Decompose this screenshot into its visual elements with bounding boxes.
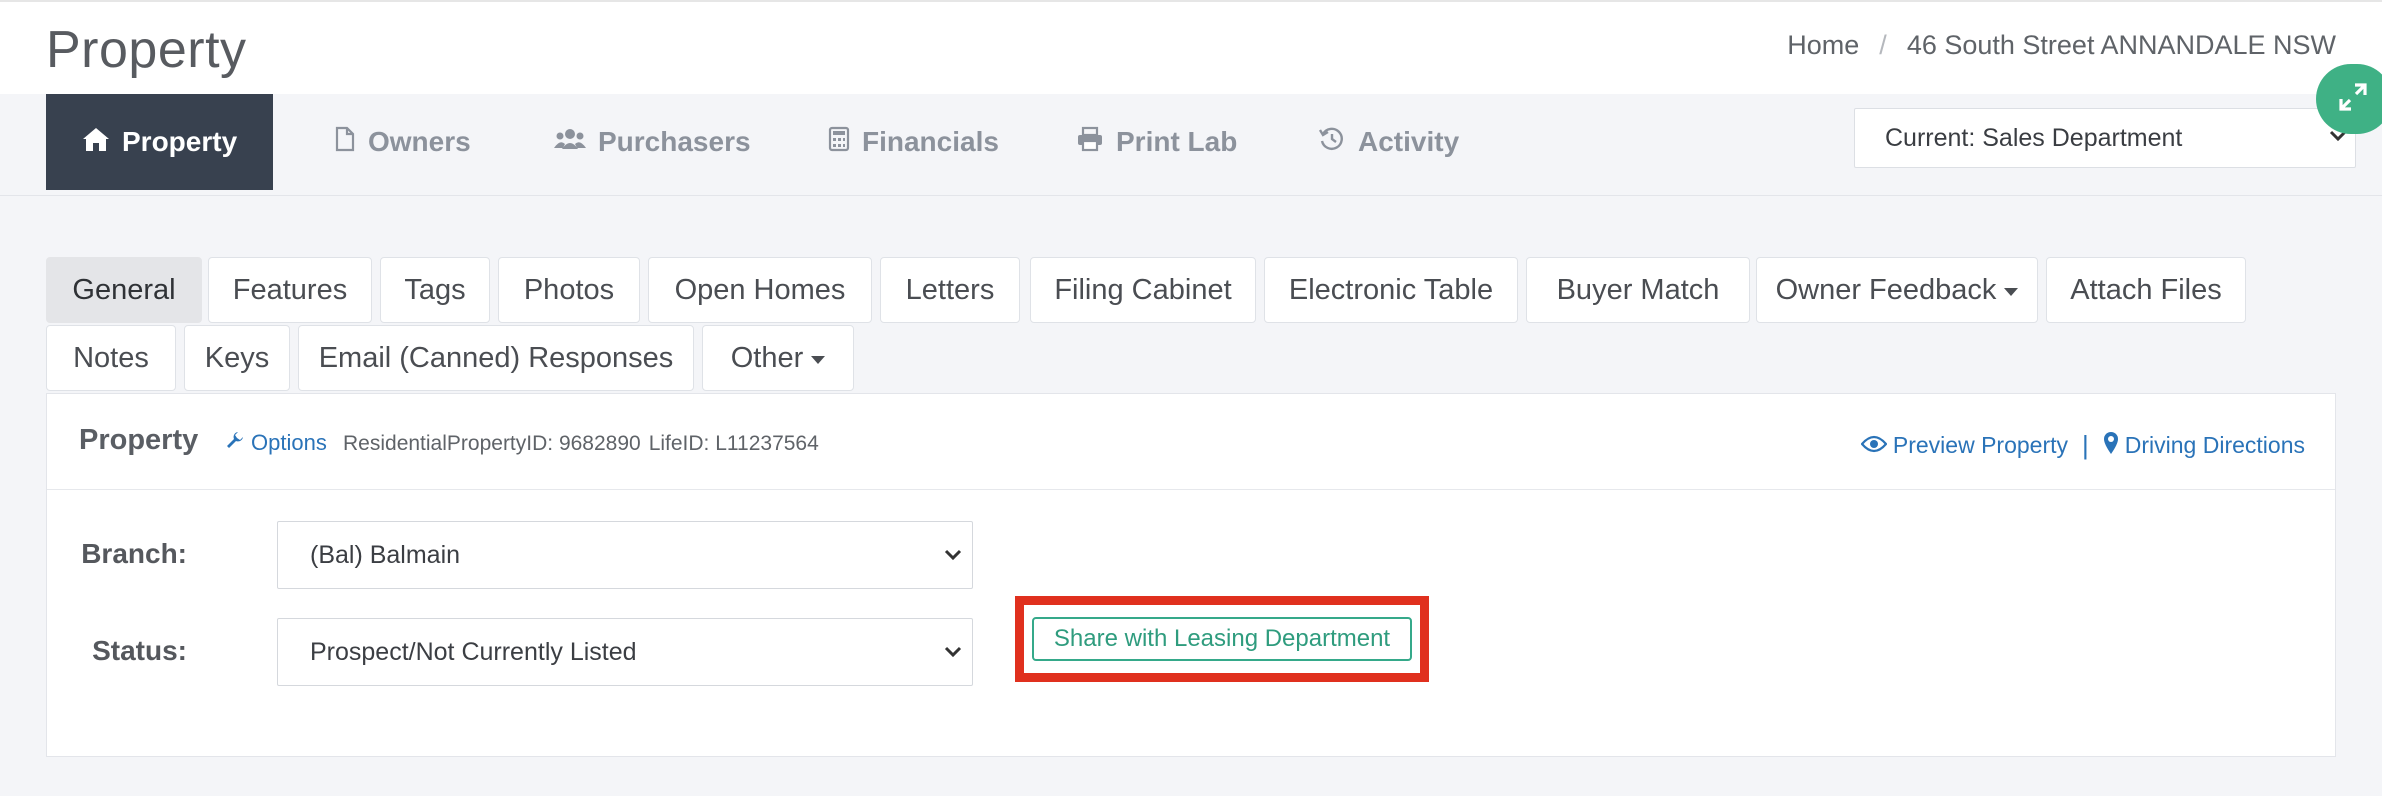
nav-tab-print-lab[interactable]: Print Lab: [1076, 94, 1237, 190]
history-icon: [1318, 126, 1346, 159]
eye-icon: [1860, 432, 1888, 459]
status-label: Status:: [92, 635, 187, 666]
printer-icon: [1076, 126, 1104, 159]
chevron-down-icon: [942, 641, 964, 670]
subtab-label: Attach Files: [2070, 273, 2222, 306]
driving-directions-label: Driving Directions: [2124, 432, 2305, 458]
top-nav: Property Owners Purchasers Financials Pr…: [0, 94, 2382, 196]
panel-title: Property: [79, 424, 199, 456]
subtab-electronic-table[interactable]: Electronic Table: [1264, 257, 1518, 323]
subtab-label: Photos: [523, 273, 615, 306]
nav-tab-activity[interactable]: Activity: [1318, 94, 1459, 190]
nav-tab-owners[interactable]: Owners: [334, 94, 471, 190]
subtab-attach-files[interactable]: Attach Files: [2046, 257, 2246, 323]
nav-tab-label: Owners: [368, 126, 471, 157]
nav-tab-property[interactable]: Property: [46, 94, 274, 190]
home-icon: [82, 126, 110, 159]
expand-icon: [2338, 82, 2368, 117]
subtab-open-homes[interactable]: Open Homes: [648, 257, 872, 323]
subtab-label: Other: [730, 341, 804, 374]
page-header: Property Home / 46 South Street ANNANDAL…: [0, 0, 2382, 94]
subtab-buyer-match[interactable]: Buyer Match: [1526, 257, 1750, 323]
subtab-tags[interactable]: Tags: [380, 257, 490, 323]
subtab-letters[interactable]: Letters: [880, 257, 1020, 323]
calculator-icon: [828, 126, 850, 159]
subtab-label: Notes: [73, 341, 149, 374]
highlight-box: Share with Leasing Department: [1015, 596, 1429, 682]
department-select-value: Current: Sales Department: [1885, 123, 2183, 152]
property-panel: Property Options Residential PropertyID: …: [46, 393, 2336, 757]
subtab-label: Letters: [905, 273, 995, 306]
life-id: LifeID: L11237564: [648, 432, 819, 455]
breadcrumb: Home / 46 South Street ANNANDALE NSW: [1787, 30, 2336, 61]
preview-property-label: Preview Property: [1892, 432, 2069, 458]
nav-tab-label: Activity: [1358, 126, 1460, 157]
share-with-leasing-button[interactable]: Share with Leasing Department: [1032, 617, 1412, 661]
subtab-label: Buyer Match: [1556, 273, 1720, 306]
expand-button[interactable]: [2316, 64, 2382, 134]
property-type: Residential: [343, 432, 447, 455]
subtab-label: Email (Canned) Responses: [318, 341, 674, 374]
subtab-label: Keys: [204, 341, 270, 374]
branch-select[interactable]: (Bal) Balmain: [277, 521, 973, 589]
nav-tab-financials[interactable]: Financials: [828, 94, 999, 190]
panel-header: Property Options Residential PropertyID: …: [47, 394, 2335, 490]
caret-down-icon: [2004, 288, 2019, 296]
status-select[interactable]: Prospect/Not Currently Listed: [277, 618, 973, 686]
subtab-label: Owner Feedback: [1775, 273, 1997, 306]
users-icon: [554, 126, 586, 158]
options-label: Options: [251, 430, 327, 455]
nav-tab-label: Purchasers: [598, 126, 751, 157]
driving-directions-link[interactable]: Driving Directions: [2103, 431, 2305, 461]
subtab-notes[interactable]: Notes: [46, 325, 176, 391]
nav-tab-label: Financials: [862, 126, 999, 157]
property-meta: Residential PropertyID: 9682890 LifeID: L…: [343, 432, 819, 456]
subtab-keys[interactable]: Keys: [184, 325, 290, 391]
department-select[interactable]: Current: Sales Department: [1854, 108, 2356, 168]
subtab-other[interactable]: Other: [702, 325, 854, 391]
file-icon: [334, 126, 356, 159]
subtab-label: General: [72, 273, 176, 306]
subtab-features[interactable]: Features: [208, 257, 372, 323]
panel-header-links: Preview Property | Driving Directions: [1860, 430, 2305, 461]
breadcrumb-home[interactable]: Home: [1787, 30, 1859, 61]
subtab-owner-feedback[interactable]: Owner Feedback: [1756, 257, 2038, 323]
map-marker-icon: [2103, 431, 2119, 461]
page-title: Property: [46, 21, 247, 79]
subtab-photos[interactable]: Photos: [498, 257, 640, 323]
branch-label: Branch:: [81, 538, 187, 569]
subtab-label: Open Homes: [674, 273, 846, 306]
subtab-label: Filing Cabinet: [1054, 273, 1232, 306]
link-divider: |: [2082, 430, 2089, 460]
caret-down-icon: [811, 356, 826, 364]
options-link[interactable]: Options: [225, 430, 327, 456]
subtab-label: Tags: [404, 273, 466, 306]
preview-property-link[interactable]: Preview Property: [1860, 432, 2069, 459]
nav-tab-label: Property: [122, 126, 238, 157]
breadcrumb-separator: /: [1879, 30, 1887, 60]
subtab-filing-cabinet[interactable]: Filing Cabinet: [1030, 257, 1256, 323]
nav-tab-label: Print Lab: [1116, 126, 1238, 157]
wrench-icon: [225, 430, 245, 456]
nav-tab-purchasers[interactable]: Purchasers: [554, 94, 751, 190]
branch-select-value: (Bal) Balmain: [310, 540, 461, 569]
chevron-down-icon: [942, 544, 964, 573]
subtab-label: Electronic Table: [1288, 273, 1494, 306]
subtab-general[interactable]: General: [46, 257, 202, 323]
subtab-label: Features: [232, 273, 348, 306]
status-select-value: Prospect/Not Currently Listed: [310, 637, 637, 666]
property-id: PropertyID: 9682890: [446, 432, 641, 455]
subtab-email-canned-responses[interactable]: Email (Canned) Responses: [298, 325, 694, 391]
breadcrumb-current: 46 South Street ANNANDALE NSW: [1906, 30, 2336, 60]
